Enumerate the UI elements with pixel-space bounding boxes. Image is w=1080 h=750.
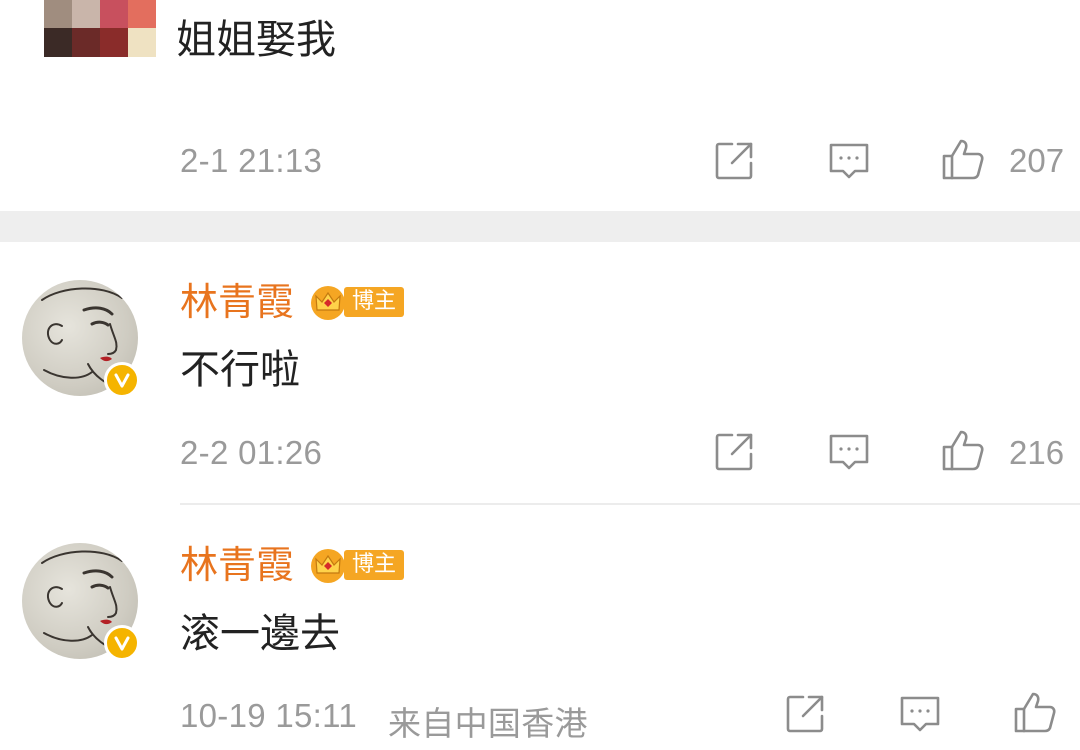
badge-label: 博主 xyxy=(344,287,405,317)
like-count: 207 xyxy=(1009,142,1065,179)
comment-icon[interactable] xyxy=(898,692,942,736)
comment-icon[interactable] xyxy=(827,430,871,474)
thumbs-up-icon[interactable] xyxy=(1013,690,1057,734)
blogger-badge: 博主 xyxy=(308,283,405,321)
comment-text: 姐姐娶我 xyxy=(176,17,336,63)
comment-location: 来自中国香港 xyxy=(388,705,588,742)
reply-divider xyxy=(180,503,1080,505)
avatar[interactable] xyxy=(22,280,140,398)
avatar[interactable] xyxy=(22,543,140,661)
author-row: 林青霞 博主 xyxy=(180,280,405,324)
badge-label: 博主 xyxy=(344,550,405,580)
avatar-pixelated[interactable] xyxy=(0,0,156,57)
blogger-badge: 博主 xyxy=(308,546,405,584)
comment-timestamp: 2-1 21:13 xyxy=(180,142,323,179)
section-separator xyxy=(0,211,1080,242)
share-icon[interactable] xyxy=(712,430,756,474)
crown-icon xyxy=(308,283,348,321)
verified-v-icon xyxy=(104,362,140,398)
crown-icon xyxy=(308,546,348,584)
author-name[interactable]: 林青霞 xyxy=(180,543,294,587)
verified-v-icon xyxy=(104,625,140,661)
thumbs-up-icon[interactable] xyxy=(941,137,985,181)
author-row: 林青霞 博主 xyxy=(180,543,405,587)
author-name[interactable]: 林青霞 xyxy=(180,280,294,324)
comment-text: 滚一邊去 xyxy=(180,611,340,657)
thumbs-up-icon[interactable] xyxy=(941,428,985,472)
share-icon[interactable] xyxy=(712,139,756,183)
share-icon[interactable] xyxy=(783,692,827,736)
comment-thread: 姐姐娶我 2-1 21:13 207 林青霞 博主 不行啦 2-2 01:26 … xyxy=(0,0,1080,750)
comment-timestamp: 10-19 15:11 xyxy=(180,697,358,734)
comment-text: 不行啦 xyxy=(180,347,300,393)
comment-timestamp: 2-2 01:26 xyxy=(180,434,323,471)
like-count: 216 xyxy=(1009,434,1065,471)
comment-icon[interactable] xyxy=(827,139,871,183)
